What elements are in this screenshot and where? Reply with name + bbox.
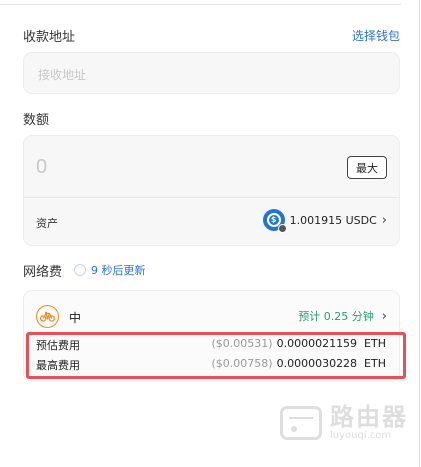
max-button[interactable]: 最大 (347, 156, 387, 179)
amount-label: 数额 (23, 113, 50, 128)
fee-usd: ($0.00531) (211, 337, 273, 350)
speed-label: 中 (69, 311, 82, 325)
fee-usd: ($0.00758) (211, 357, 273, 370)
countdown-icon (74, 264, 86, 276)
router-logo-icon (280, 406, 322, 440)
chevron-right-icon: › (381, 212, 387, 228)
top-divider (0, 4, 401, 5)
amount-input[interactable]: 0 (36, 156, 47, 179)
fee-label: 最高费用 (36, 359, 80, 372)
eta: 预计 0.25 分钟 › (298, 308, 387, 324)
right-border (419, 0, 420, 467)
fee-eth: 0.0000021159 ETH (276, 337, 386, 350)
amount-card: 0 最大 资产 $ 1.001915 USDC › (23, 135, 400, 246)
recipient-label: 收款地址 (23, 30, 76, 45)
choose-wallet-link[interactable]: 选择钱包 (352, 27, 400, 44)
watermark-en: luyouqi.com (330, 430, 392, 441)
asset-divider (24, 197, 399, 198)
refresh-text: 9 秒后更新 (91, 264, 146, 277)
network-fee-label: 网络费 (23, 265, 63, 280)
chevron-right-icon: › (381, 308, 387, 324)
usdc-icon: $ (262, 209, 287, 233)
watermark-cn: 路由器 (330, 403, 408, 431)
eta-text: 预计 0.25 分钟 (298, 310, 374, 323)
recipient-address-input[interactable]: 接收地址 (23, 52, 400, 94)
asset-selector[interactable]: $ 1.001915 USDC › (262, 209, 387, 233)
asset-value: 1.001915 USDC (289, 213, 377, 227)
fee-label: 预估费用 (36, 339, 80, 352)
refresh-countdown: 9 秒后更新 (74, 262, 146, 278)
bicycle-icon (36, 305, 59, 328)
watermark: 路由器 luyouqi.com (280, 404, 408, 442)
max-fee-row: 最高费用 ($0.00758) 0.0000030228 ETH (36, 357, 386, 373)
fee-eth: 0.0000030228 ETH (276, 357, 386, 370)
estimated-fee-row: 预估费用 ($0.00531) 0.0000021159 ETH (36, 337, 386, 353)
asset-label: 资产 (36, 217, 58, 230)
network-badge-icon (277, 224, 287, 233)
recipient-placeholder: 接收地址 (38, 68, 87, 82)
